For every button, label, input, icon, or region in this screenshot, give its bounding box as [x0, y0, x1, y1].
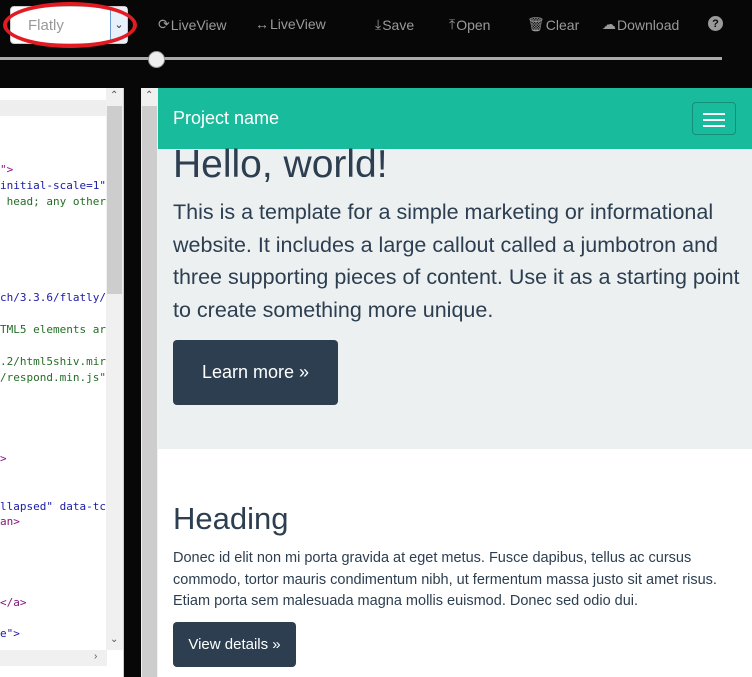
scrollbar-thumb[interactable] [107, 106, 122, 294]
code-line: </a> [0, 596, 27, 609]
active-line [0, 100, 108, 116]
jumbotron-text: This is a template for a simple marketin… [173, 200, 740, 322]
open-button[interactable]: ⤒ Open [449, 16, 490, 33]
scroll-up-icon[interactable]: ⌃ [110, 90, 118, 101]
scrollbar-thumb[interactable] [142, 106, 157, 677]
help-icon[interactable]: ? [708, 16, 723, 31]
code-editor[interactable]: "> initial-scale=1" head; any other ch/3.3… [0, 88, 124, 677]
code-line: > [0, 452, 7, 465]
save-button[interactable]: ⤓ Save [375, 16, 414, 33]
liveview-refresh-button[interactable]: ⟳ LiveView [158, 16, 227, 33]
code-line: llapsed" data-tc [0, 500, 106, 513]
view-details-button[interactable]: View details » [173, 622, 296, 667]
jumbotron-title: Hello, world! [173, 143, 388, 186]
trash-icon: 🗑 [527, 16, 545, 32]
clear-label: Clear [545, 16, 580, 33]
upload-icon: ⤒ [449, 16, 456, 32]
save-label: Save [382, 16, 415, 33]
vertical-scrollbar[interactable]: ⌃ ⌄ [106, 88, 123, 650]
download-button[interactable]: ☁ Download [602, 16, 679, 33]
horizontal-scrollbar[interactable]: › [0, 650, 107, 666]
code-line: ch/3.3.6/flatly/ [0, 291, 106, 304]
jumbotron: Hello, world! This is a template for a s… [158, 143, 752, 449]
code-line: initial-scale=1" [0, 179, 106, 192]
code-line: head; any other [0, 195, 106, 208]
scroll-up-icon[interactable]: ⌃ [145, 90, 153, 101]
liveview-label: LiveView [170, 16, 227, 33]
navbar-toggle-button[interactable] [692, 102, 736, 135]
cloud-download-icon: ☁ [602, 16, 616, 32]
section-heading: Heading [173, 501, 289, 536]
clear-button[interactable]: 🗑 Clear [527, 16, 579, 33]
preview-scrollbar[interactable]: ⌃ [141, 88, 158, 677]
code-line: /respond.min.js" [0, 371, 106, 384]
liveview-label: LiveView [270, 16, 326, 32]
code-line: an> [0, 515, 20, 528]
highlight-ellipse [3, 2, 137, 48]
code-line: "> [0, 163, 14, 176]
navbar-brand[interactable]: Project name [173, 108, 279, 129]
split-slider-track[interactable] [0, 57, 722, 60]
download-label: Download [617, 16, 680, 33]
hamburger-icon [703, 113, 725, 115]
code-line: .2/html5shiv.mir [0, 355, 106, 368]
horizontal-arrows-icon: ↔ [255, 16, 269, 32]
section-text: Donec id elit non mi porta gravida at eg… [173, 550, 717, 609]
download-icon: ⤓ [375, 16, 382, 32]
refresh-icon: ⟳ [158, 16, 170, 32]
split-slider-handle[interactable] [148, 51, 165, 68]
code-line: TML5 elements ar [0, 323, 106, 336]
scroll-right-icon[interactable]: › [94, 651, 97, 662]
code-line: e"> [0, 627, 20, 640]
live-preview: Project name Hello, world! This is a tem… [158, 88, 752, 677]
navbar: Project name [158, 88, 752, 149]
liveview-resize-button[interactable]: ↔ LiveView [255, 16, 326, 32]
open-label: Open [456, 16, 491, 33]
learn-more-button[interactable]: Learn more » [173, 340, 338, 405]
scroll-down-icon[interactable]: ⌄ [110, 634, 118, 645]
